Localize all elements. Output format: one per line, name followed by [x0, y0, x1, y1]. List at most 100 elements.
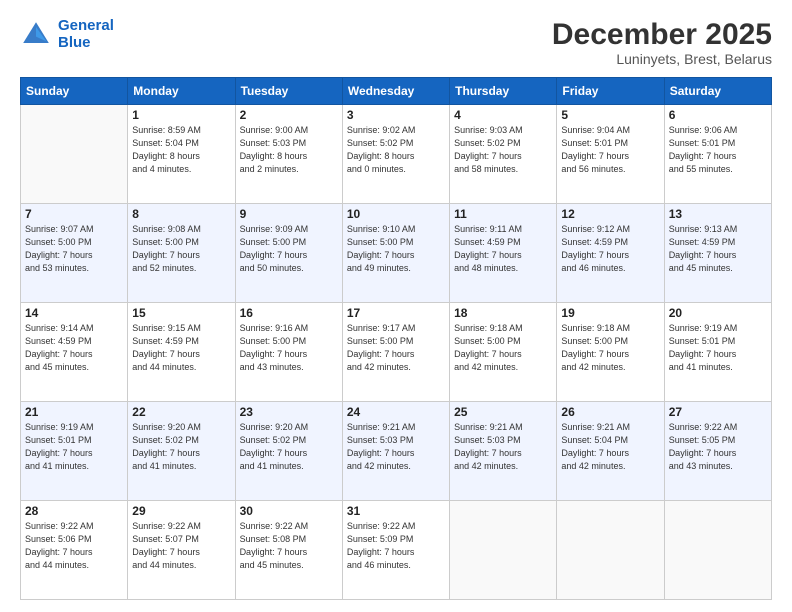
- day-cell: [21, 105, 128, 204]
- day-number: 16: [240, 306, 338, 320]
- day-info: Sunrise: 9:07 AM Sunset: 5:00 PM Dayligh…: [25, 223, 123, 275]
- day-cell: [664, 501, 771, 600]
- day-cell: 7 Sunrise: 9:07 AM Sunset: 5:00 PM Daylig…: [21, 204, 128, 303]
- day-number: 4: [454, 108, 552, 122]
- day-info: Sunrise: 8:59 AM Sunset: 5:04 PM Dayligh…: [132, 124, 230, 176]
- day-number: 21: [25, 405, 123, 419]
- day-info: Sunrise: 9:19 AM Sunset: 5:01 PM Dayligh…: [25, 421, 123, 473]
- day-cell: 17Sunrise: 9:17 AM Sunset: 5:00 PM Dayli…: [342, 303, 449, 402]
- logo-line2: Blue: [58, 34, 91, 51]
- day-number: 24: [347, 405, 445, 419]
- day-info: Sunrise: 9:06 AM Sunset: 5:01 PM Dayligh…: [669, 124, 767, 176]
- day-cell: 18Sunrise: 9:18 AM Sunset: 5:00 PM Dayli…: [450, 303, 557, 402]
- day-header-thursday: Thursday: [450, 78, 557, 105]
- day-cell: 22Sunrise: 9:20 AM Sunset: 5:02 PM Dayli…: [128, 402, 235, 501]
- day-number: 8: [132, 207, 230, 221]
- day-cell: 4 Sunrise: 9:03 AM Sunset: 5:02 PM Daylig…: [450, 105, 557, 204]
- week-row-3: 14Sunrise: 9:14 AM Sunset: 4:59 PM Dayli…: [21, 303, 772, 402]
- day-number: 11: [454, 207, 552, 221]
- day-info: Sunrise: 9:19 AM Sunset: 5:01 PM Dayligh…: [669, 322, 767, 374]
- day-number: 7: [25, 207, 123, 221]
- day-header-sunday: Sunday: [21, 78, 128, 105]
- day-number: 23: [240, 405, 338, 419]
- day-cell: 25 Sunrise: 9:21 AM Sunset: 5:03 PM Dayli…: [450, 402, 557, 501]
- day-cell: 31Sunrise: 9:22 AM Sunset: 5:09 PM Dayli…: [342, 501, 449, 600]
- day-number: 9: [240, 207, 338, 221]
- day-cell: [557, 501, 664, 600]
- day-number: 14: [25, 306, 123, 320]
- day-cell: 1 Sunrise: 8:59 AM Sunset: 5:04 PM Daylig…: [128, 105, 235, 204]
- day-cell: 26 Sunrise: 9:21 AM Sunset: 5:04 PM Dayli…: [557, 402, 664, 501]
- day-cell: 9 Sunrise: 9:09 AM Sunset: 5:00 PM Daylig…: [235, 204, 342, 303]
- day-info: Sunrise: 9:02 AM Sunset: 5:02 PM Dayligh…: [347, 124, 445, 176]
- day-info: Sunrise: 9:03 AM Sunset: 5:02 PM Dayligh…: [454, 124, 552, 176]
- day-header-wednesday: Wednesday: [342, 78, 449, 105]
- week-row-5: 28 Sunrise: 9:22 AM Sunset: 5:06 PM Dayli…: [21, 501, 772, 600]
- week-row-4: 21 Sunrise: 9:19 AM Sunset: 5:01 PM Dayli…: [21, 402, 772, 501]
- day-cell: 12 Sunrise: 9:12 AM Sunset: 4:59 PM Dayli…: [557, 204, 664, 303]
- day-number: 20: [669, 306, 767, 320]
- day-number: 10: [347, 207, 445, 221]
- header: General Blue December 2025 Luninyets, Br…: [20, 18, 772, 67]
- title-block: December 2025 Luninyets, Brest, Belarus: [552, 18, 772, 67]
- day-number: 27: [669, 405, 767, 419]
- logo: General Blue: [20, 18, 114, 51]
- day-cell: 27 Sunrise: 9:22 AM Sunset: 5:05 PM Dayli…: [664, 402, 771, 501]
- day-number: 19: [561, 306, 659, 320]
- day-info: Sunrise: 9:21 AM Sunset: 5:04 PM Dayligh…: [561, 421, 659, 473]
- day-number: 22: [132, 405, 230, 419]
- logo-line1: General: [58, 17, 114, 34]
- day-cell: 20 Sunrise: 9:19 AM Sunset: 5:01 PM Dayli…: [664, 303, 771, 402]
- day-info: Sunrise: 9:22 AM Sunset: 5:06 PM Dayligh…: [25, 520, 123, 572]
- day-cell: 13 Sunrise: 9:13 AM Sunset: 4:59 PM Dayli…: [664, 204, 771, 303]
- day-info: Sunrise: 9:21 AM Sunset: 5:03 PM Dayligh…: [347, 421, 445, 473]
- day-header-monday: Monday: [128, 78, 235, 105]
- day-number: 30: [240, 504, 338, 518]
- day-number: 31: [347, 504, 445, 518]
- day-cell: 2 Sunrise: 9:00 AM Sunset: 5:03 PM Daylig…: [235, 105, 342, 204]
- day-info: Sunrise: 9:18 AM Sunset: 5:00 PM Dayligh…: [561, 322, 659, 374]
- day-cell: 14Sunrise: 9:14 AM Sunset: 4:59 PM Dayli…: [21, 303, 128, 402]
- day-number: 15: [132, 306, 230, 320]
- day-cell: 23Sunrise: 9:20 AM Sunset: 5:02 PM Dayli…: [235, 402, 342, 501]
- logo-icon: [20, 19, 52, 51]
- day-info: Sunrise: 9:11 AM Sunset: 4:59 PM Dayligh…: [454, 223, 552, 275]
- day-header-saturday: Saturday: [664, 78, 771, 105]
- day-header-friday: Friday: [557, 78, 664, 105]
- day-cell: 3Sunrise: 9:02 AM Sunset: 5:02 PM Daylig…: [342, 105, 449, 204]
- day-cell: [450, 501, 557, 600]
- day-info: Sunrise: 9:09 AM Sunset: 5:00 PM Dayligh…: [240, 223, 338, 275]
- week-row-2: 7 Sunrise: 9:07 AM Sunset: 5:00 PM Daylig…: [21, 204, 772, 303]
- day-info: Sunrise: 9:21 AM Sunset: 5:03 PM Dayligh…: [454, 421, 552, 473]
- day-info: Sunrise: 9:10 AM Sunset: 5:00 PM Dayligh…: [347, 223, 445, 275]
- day-info: Sunrise: 9:15 AM Sunset: 4:59 PM Dayligh…: [132, 322, 230, 374]
- day-info: Sunrise: 9:13 AM Sunset: 4:59 PM Dayligh…: [669, 223, 767, 275]
- week-row-1: 1 Sunrise: 8:59 AM Sunset: 5:04 PM Daylig…: [21, 105, 772, 204]
- day-cell: 21 Sunrise: 9:19 AM Sunset: 5:01 PM Dayli…: [21, 402, 128, 501]
- day-number: 25: [454, 405, 552, 419]
- day-info: Sunrise: 9:00 AM Sunset: 5:03 PM Dayligh…: [240, 124, 338, 176]
- day-number: 5: [561, 108, 659, 122]
- day-info: Sunrise: 9:08 AM Sunset: 5:00 PM Dayligh…: [132, 223, 230, 275]
- day-number: 18: [454, 306, 552, 320]
- day-cell: 29 Sunrise: 9:22 AM Sunset: 5:07 PM Dayli…: [128, 501, 235, 600]
- header-row: SundayMondayTuesdayWednesdayThursdayFrid…: [21, 78, 772, 105]
- day-number: 6: [669, 108, 767, 122]
- day-number: 28: [25, 504, 123, 518]
- day-number: 29: [132, 504, 230, 518]
- day-cell: 30 Sunrise: 9:22 AM Sunset: 5:08 PM Dayli…: [235, 501, 342, 600]
- day-number: 2: [240, 108, 338, 122]
- day-info: Sunrise: 9:12 AM Sunset: 4:59 PM Dayligh…: [561, 223, 659, 275]
- day-cell: 16Sunrise: 9:16 AM Sunset: 5:00 PM Dayli…: [235, 303, 342, 402]
- day-cell: 5Sunrise: 9:04 AM Sunset: 5:01 PM Daylig…: [557, 105, 664, 204]
- day-number: 13: [669, 207, 767, 221]
- day-number: 1: [132, 108, 230, 122]
- calendar-title: December 2025: [552, 18, 772, 51]
- day-number: 26: [561, 405, 659, 419]
- day-cell: 10 Sunrise: 9:10 AM Sunset: 5:00 PM Dayli…: [342, 204, 449, 303]
- page: General Blue December 2025 Luninyets, Br…: [0, 0, 792, 612]
- day-info: Sunrise: 9:22 AM Sunset: 5:08 PM Dayligh…: [240, 520, 338, 572]
- day-info: Sunrise: 9:22 AM Sunset: 5:05 PM Dayligh…: [669, 421, 767, 473]
- day-number: 12: [561, 207, 659, 221]
- day-info: Sunrise: 9:22 AM Sunset: 5:07 PM Dayligh…: [132, 520, 230, 572]
